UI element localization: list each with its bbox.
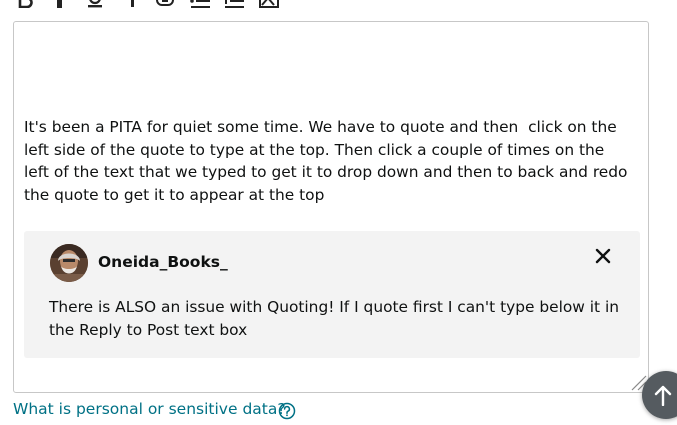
quoted-post: Oneida_Books_ There is ALSO an issue wit… — [24, 231, 640, 358]
bulleted-list-icon[interactable] — [189, 0, 211, 8]
editor-body-text[interactable]: It's been a PITA for quiet some time. We… — [24, 116, 634, 206]
quote-author-name[interactable]: Oneida_Books_ — [98, 253, 228, 271]
avatar — [50, 244, 88, 282]
close-icon[interactable] — [594, 247, 612, 265]
italic-icon[interactable] — [48, 0, 70, 8]
question-circle-icon[interactable] — [278, 402, 296, 420]
numbered-list-icon[interactable] — [223, 0, 245, 8]
quote-text: There is ALSO an issue with Quoting! If … — [49, 298, 620, 339]
arrow-up-icon — [654, 385, 672, 406]
image-icon[interactable] — [258, 0, 280, 8]
scroll-to-top-button[interactable] — [642, 371, 677, 419]
bold-icon[interactable] — [14, 0, 36, 8]
reply-editor[interactable]: It's been a PITA for quiet some time. We… — [13, 21, 649, 393]
underline-icon[interactable] — [84, 0, 106, 8]
strikethrough-icon[interactable] — [118, 0, 140, 8]
link-icon[interactable] — [154, 0, 176, 8]
formatting-toolbar — [0, 0, 677, 8]
sensitive-data-help-link[interactable]: What is personal or sensitive data? — [13, 400, 286, 418]
